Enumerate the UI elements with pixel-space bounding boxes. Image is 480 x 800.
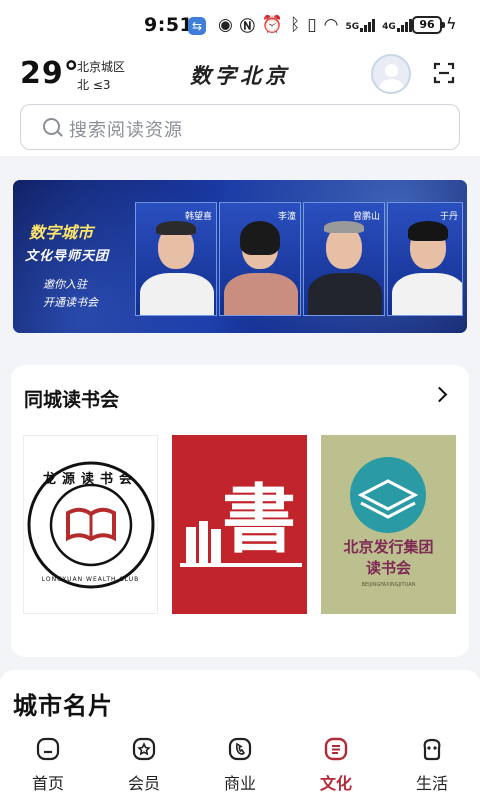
mentor-name: 李潼 [277, 212, 296, 222]
signal-icon: 5G [345, 18, 376, 32]
signal-icon-2: 4G [382, 18, 412, 32]
battery-icon: 96 [412, 16, 445, 34]
banner-subtitle: 文化导师天团 [25, 249, 110, 264]
tab-label: 会员 [127, 774, 160, 793]
charging-icon: ϟ [446, 14, 457, 33]
club-name: 龙源读书会 [42, 472, 138, 487]
life-icon [423, 738, 441, 761]
alarm-icon: ⏰ [261, 15, 284, 35]
tab-culture[interactable]: 文化 [288, 730, 384, 800]
tab-business[interactable]: 商业 [192, 730, 288, 800]
mentor-card: 于丹 [387, 202, 463, 316]
tab-label: 文化 [319, 774, 352, 793]
club-item[interactable]: 書 [172, 435, 307, 614]
status-time: 9:51 [144, 14, 194, 36]
mentor-body [392, 273, 462, 315]
mentor-body [224, 273, 298, 315]
mentor-card: 曾鹏山 [303, 202, 385, 316]
club-name: 北京发行集团 读书会 [343, 538, 434, 577]
eye-icon: ◉ [218, 15, 233, 35]
mentor-body [140, 273, 214, 315]
club-item[interactable]: 龙源读书会 LONGYUAN WEALTH CLUB [23, 435, 158, 614]
mentor-name: 于丹 [439, 212, 458, 222]
tab-label: 商业 [223, 774, 256, 793]
mentor-hair [156, 221, 196, 235]
section-title: 同城读书会 [24, 389, 120, 411]
scan-icon[interactable] [433, 62, 455, 84]
tab-home[interactable]: 首页 [0, 730, 96, 800]
search-bar[interactable]: 搜索阅读资源 [20, 104, 460, 150]
business-icon [228, 737, 252, 761]
app-header: 29° 北京城区 北 ≤3 数字北京 搜索阅读资源 [0, 52, 480, 156]
status-icons: ◉ Ⓝ ⏰ ᛒ ▯ ◠ 5G 4G [218, 13, 412, 37]
wifi-icon: ◠ [323, 15, 339, 35]
city-card-section: 城市名片 [0, 670, 480, 730]
club-name: 書 [222, 477, 296, 563]
mentor-hair [240, 221, 280, 255]
tab-member[interactable]: 会员 [96, 730, 192, 800]
home-icon [36, 737, 60, 761]
vibrate-icon: ▯ [307, 15, 317, 35]
mentor-body [308, 273, 382, 315]
club-logo-longyuan [27, 461, 155, 589]
chevron-right-icon[interactable] [431, 386, 448, 403]
tab-life[interactable]: 生活 [384, 730, 480, 800]
mentor-hair [408, 221, 448, 241]
culture-icon [324, 737, 348, 761]
avatar[interactable] [371, 54, 411, 94]
mentor-hair [324, 221, 364, 233]
reading-club-section: 同城读书会 龙源读书会 LONGYUAN WEALTH CLUB 書 北京发行集… [11, 365, 469, 657]
mentor-name: 韩望喜 [184, 212, 212, 222]
search-icon [43, 118, 60, 135]
nfc-icon: Ⓝ [239, 16, 255, 35]
club-item[interactable]: 北京发行集团 读书会 BEIJINGFAXINGJITUAN [321, 435, 456, 614]
section-title: 城市名片 [13, 692, 113, 720]
status-bar: 9:51 ⇆ ◉ Ⓝ ⏰ ᛒ ▯ ◠ 5G 4G 96 ϟ [0, 0, 480, 52]
search-input[interactable]: 搜索阅读资源 [69, 116, 183, 142]
bluetooth-icon: ᛒ [290, 15, 301, 35]
member-icon [132, 737, 156, 761]
club-subtitle: LONGYUAN WEALTH CLUB [41, 576, 140, 583]
tab-label: 首页 [31, 774, 64, 793]
club-subtitle: BEIJINGFAXINGJITUAN [361, 582, 416, 588]
banner-invite: 邀你入驻 开通读书会 [43, 278, 98, 309]
banner-title: 数字城市 [29, 223, 94, 242]
notification-icon: ⇆ [188, 17, 206, 35]
mentor-card: 李潼 [219, 202, 301, 316]
tab-label: 生活 [415, 774, 448, 793]
mentor-card: 韩望喜 [135, 202, 217, 316]
bottom-tab-bar: 首页 会员 商业 文化 生活 [0, 730, 480, 800]
mentor-name: 曾鹏山 [352, 212, 380, 222]
mentor-banner[interactable]: 数字城市 文化导师天团 邀你入驻 开通读书会 韩望喜 李潼 曾鹏山 于丹 [13, 180, 467, 333]
